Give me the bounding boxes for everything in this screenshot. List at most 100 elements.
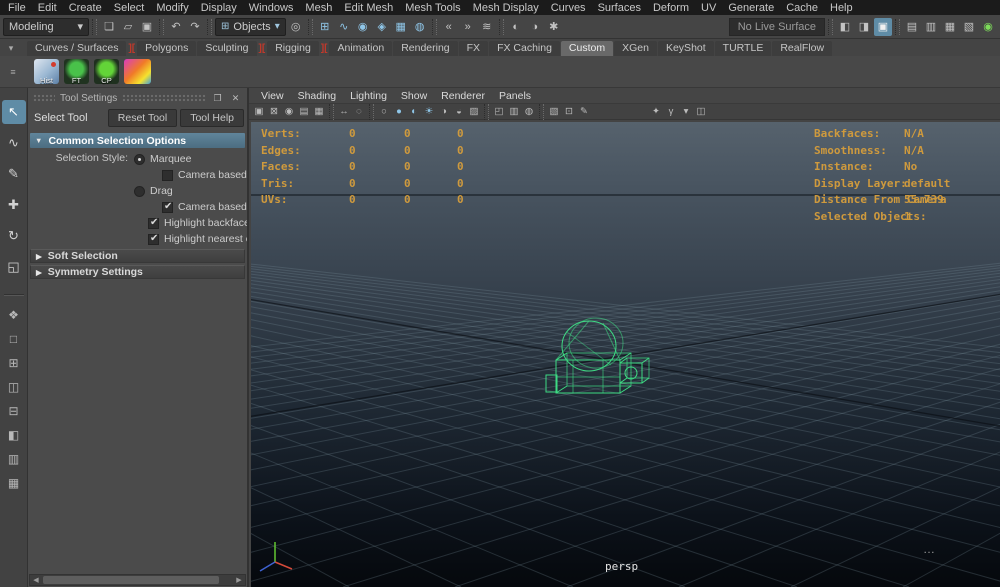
undo-icon[interactable]: ↶: [167, 18, 185, 36]
option-control[interactable]: [148, 218, 159, 229]
dock-icon[interactable]: ❐: [211, 92, 224, 105]
viewport-menu-item[interactable]: Lighting: [343, 90, 394, 102]
reset-tool-button[interactable]: Reset Tool: [108, 109, 177, 127]
output-operations-icon[interactable]: »: [459, 18, 477, 36]
lasso-tool[interactable]: ∿: [2, 131, 26, 155]
drag-grip[interactable]: [33, 94, 55, 102]
layer-editor-toggle-icon[interactable]: ▥: [922, 18, 940, 36]
menu-item[interactable]: Surfaces: [592, 2, 647, 14]
construction-history-icon[interactable]: ≋: [478, 18, 496, 36]
shelf-item-paint[interactable]: [124, 59, 151, 84]
camera-select-icon[interactable]: ▣: [252, 105, 266, 118]
camera-lock-icon[interactable]: ⊠: [267, 105, 281, 118]
wireframe-display-icon[interactable]: ○: [377, 105, 391, 118]
snap-to-projected-center-icon[interactable]: ◈: [373, 18, 391, 36]
isolate-select-icon[interactable]: ◰: [492, 105, 506, 118]
select-tool[interactable]: ↖: [2, 100, 26, 124]
scroll-right-icon[interactable]: ▶: [233, 575, 245, 585]
scrollbar-thumb[interactable]: [43, 576, 219, 584]
shelf-tab[interactable]: Polygons: [137, 41, 196, 56]
save-scene-icon[interactable]: ▣: [138, 18, 156, 36]
snap-to-view-planes-icon[interactable]: ▦: [392, 18, 410, 36]
menu-item[interactable]: Help: [824, 2, 859, 14]
collapsed-section-header[interactable]: ▶ Symmetry Settings: [30, 265, 245, 279]
render-current-frame-icon[interactable]: ◐: [507, 18, 525, 36]
xray-icon[interactable]: ▥: [507, 105, 521, 118]
menu-item[interactable]: File: [2, 2, 32, 14]
menu-item[interactable]: Edit Mesh: [338, 2, 399, 14]
shelf-item-hist[interactable]: Hist: [34, 59, 59, 84]
shelf-tab[interactable]: Animation: [329, 41, 392, 56]
shelf-tab[interactable]: FX Caching: [489, 41, 560, 56]
menu-item[interactable]: Edit: [32, 2, 63, 14]
render-settings-icon[interactable]: ✱: [545, 18, 563, 36]
layout-four-pane-icon[interactable]: ⊞: [4, 354, 24, 372]
uv-editor-icon[interactable]: ⊡: [562, 105, 576, 118]
layout-two-stacked-icon[interactable]: ⊟: [4, 402, 24, 420]
option-control[interactable]: [134, 154, 145, 165]
camera-attributes-icon[interactable]: ◉: [282, 105, 296, 118]
bookmark-icon[interactable]: ▤: [297, 105, 311, 118]
viewport-menu-item[interactable]: View: [254, 90, 291, 102]
menu-item[interactable]: Select: [108, 2, 151, 14]
shelf-tab[interactable]: Custom: [561, 41, 613, 56]
grease-pencil-icon[interactable]: ✎: [577, 105, 591, 118]
snap-to-grid-icon[interactable]: ⊞: [316, 18, 334, 36]
texture-borders-icon[interactable]: ▧: [547, 105, 561, 118]
two-d-pan-zoom-icon[interactable]: ↔: [337, 105, 351, 118]
shelf-options-icon[interactable]: ≡: [5, 64, 21, 79]
menu-item[interactable]: UV: [695, 2, 722, 14]
viewport-menu-item[interactable]: Show: [394, 90, 434, 102]
anim-layers-toggle-icon[interactable]: ▧: [960, 18, 978, 36]
rotate-tool[interactable]: ↻: [2, 224, 26, 248]
wireframe-on-shaded-icon[interactable]: ◍: [522, 105, 536, 118]
layout-outliner-persp-icon[interactable]: ▥: [4, 450, 24, 468]
shelf-tab[interactable]: Rendering: [393, 41, 457, 56]
redo-icon[interactable]: ↷: [186, 18, 204, 36]
shelf-tab[interactable]: Curves / Surfaces: [27, 41, 126, 56]
menu-item[interactable]: Modify: [150, 2, 194, 14]
option-control[interactable]: [162, 170, 173, 181]
layout-three-split-icon[interactable]: ◧: [4, 426, 24, 444]
shadows-icon[interactable]: ◑: [437, 105, 451, 118]
live-surface-field[interactable]: No Live Surface: [729, 18, 825, 36]
menu-item[interactable]: Mesh Tools: [399, 2, 466, 14]
menu-item[interactable]: Generate: [722, 2, 780, 14]
option-control[interactable]: [162, 202, 173, 213]
horizontal-scrollbar[interactable]: ◀ ▶: [29, 574, 246, 586]
shaded-display-icon[interactable]: ●: [392, 105, 406, 118]
attribute-editor-toggle-icon[interactable]: ◨: [855, 18, 873, 36]
ipr-render-icon[interactable]: ◑: [526, 18, 544, 36]
layout-custom-icon[interactable]: ▦: [4, 474, 24, 492]
snapshot-icon[interactable]: ◫: [694, 105, 708, 118]
menu-item[interactable]: Display: [195, 2, 243, 14]
snap-to-points-icon[interactable]: ◉: [354, 18, 372, 36]
shelf-tab[interactable]: FX: [459, 41, 488, 56]
menu-item[interactable]: Deform: [647, 2, 695, 14]
viewport-canvas[interactable]: Verts: 0 0 0 Edges: 0 0 0 Faces:: [251, 122, 1000, 587]
shelf-tab[interactable]: TURTLE: [715, 41, 772, 56]
make-live-icon[interactable]: ◍: [411, 18, 429, 36]
use-all-lights-icon[interactable]: ☀: [422, 105, 436, 118]
viewport-menu-item[interactable]: Panels: [492, 90, 538, 102]
menu-item[interactable]: Cache: [780, 2, 824, 14]
open-scene-icon[interactable]: ▱: [119, 18, 137, 36]
move-tool[interactable]: ✚: [2, 193, 26, 217]
shelf-item-cp[interactable]: CP: [94, 59, 119, 84]
menu-item[interactable]: Create: [63, 2, 108, 14]
snap-to-curves-icon[interactable]: ∿: [335, 18, 353, 36]
raise-panels-icon[interactable]: ◧: [836, 18, 854, 36]
modeling-toolkit-toggle-icon[interactable]: ▣: [874, 18, 892, 36]
viewport-menu-item[interactable]: Renderer: [434, 90, 492, 102]
section-header-common-selection-options[interactable]: ▼ Common Selection Options: [30, 133, 245, 148]
menu-item[interactable]: Mesh Display: [467, 2, 545, 14]
drag-grip[interactable]: [122, 94, 206, 102]
channel-box-toggle-icon[interactable]: ▤: [903, 18, 921, 36]
exposure-icon[interactable]: ✦: [649, 105, 663, 118]
layout-single-pane-icon[interactable]: □: [4, 330, 24, 348]
display-layers-toggle-icon[interactable]: ▦: [941, 18, 959, 36]
shelf-tab[interactable]: Rigging: [267, 41, 319, 56]
selection-mask-dropdown[interactable]: ⊞ Objects ▾: [215, 18, 286, 36]
tool-settings-titlebar[interactable]: Tool Settings ❐ ✕: [28, 88, 247, 105]
menu-item[interactable]: Mesh: [299, 2, 338, 14]
